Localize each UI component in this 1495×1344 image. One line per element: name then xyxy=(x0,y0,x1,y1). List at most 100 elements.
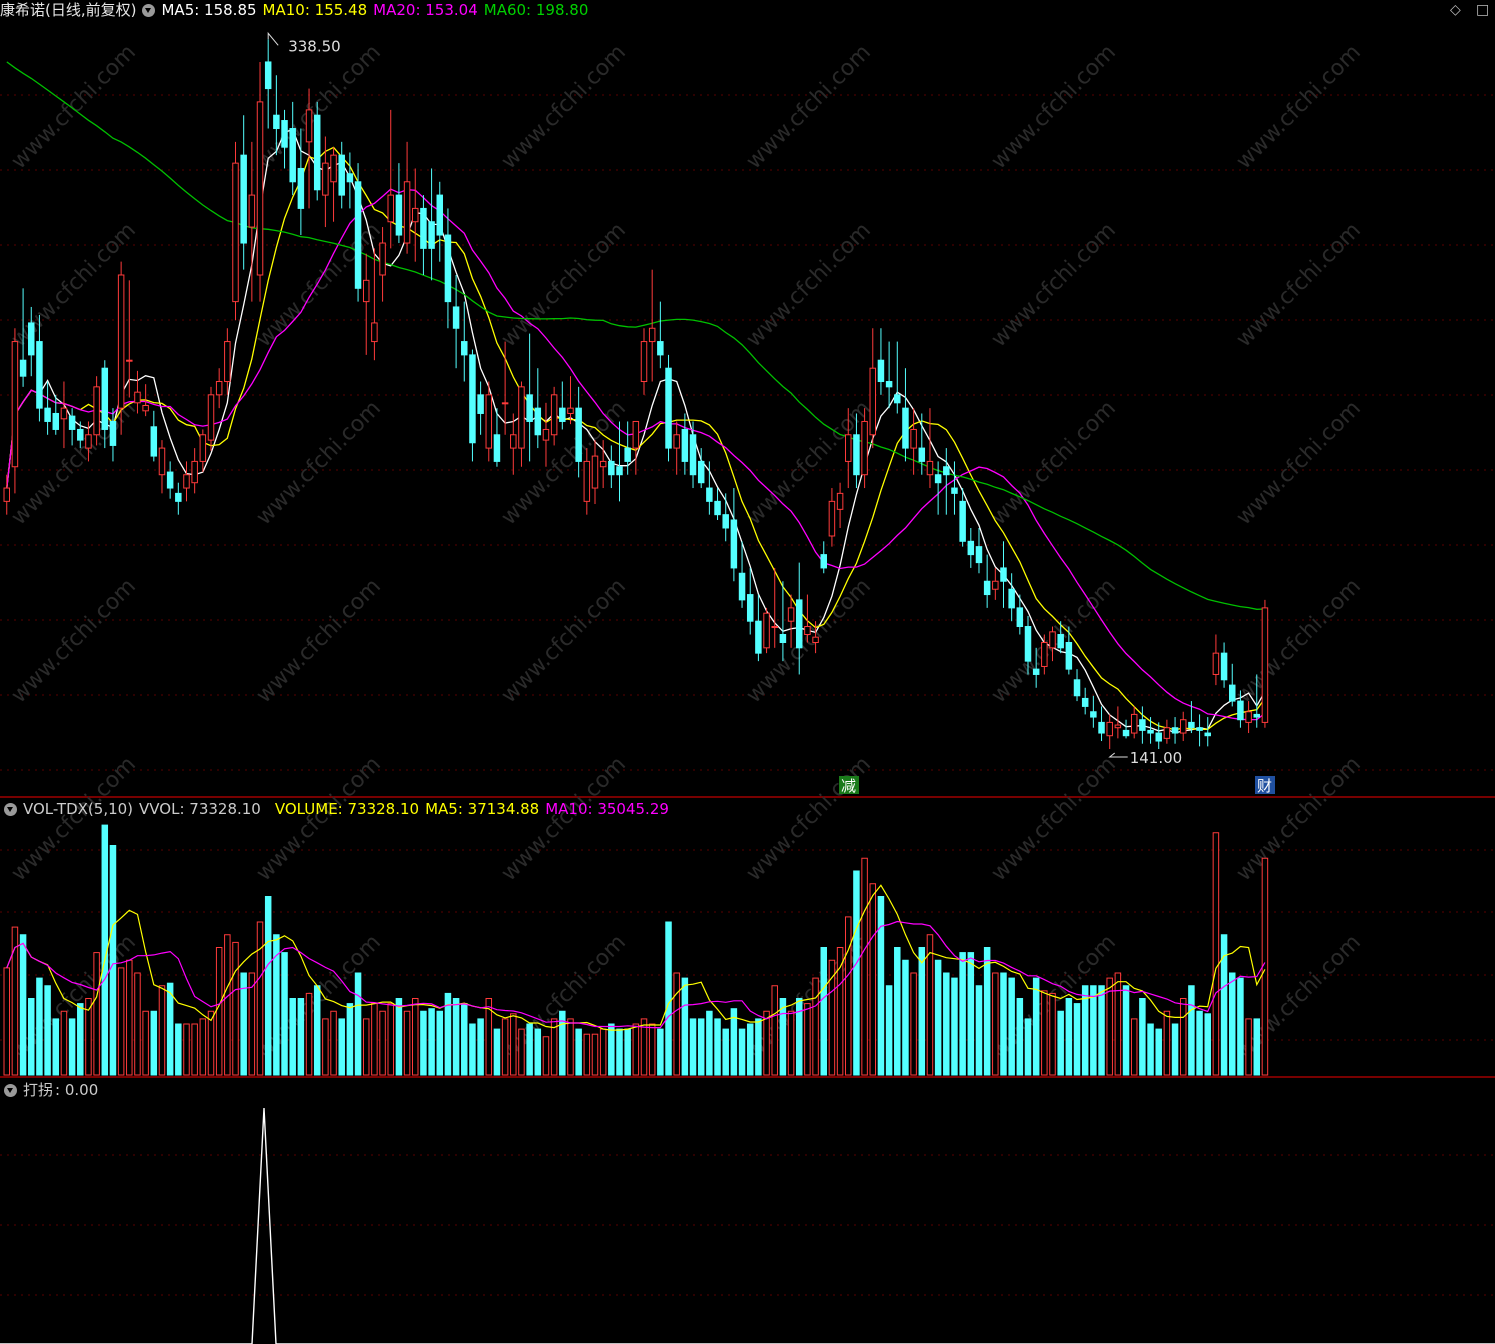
volume-bar xyxy=(1057,1010,1064,1076)
volume-bar xyxy=(126,959,133,1076)
volume-bar xyxy=(1163,1010,1171,1076)
volume-bar xyxy=(142,1010,149,1076)
watermark: www.cfchi.com xyxy=(987,752,1121,886)
candle-body xyxy=(869,367,877,436)
volume-bar xyxy=(1016,998,1024,1076)
volume-bar xyxy=(117,967,125,1076)
candle-body xyxy=(1237,700,1244,721)
stock-chart[interactable]: www.cfchi.com www.cfchi.com www.cfchi.com w… xyxy=(0,0,1495,1344)
dropdown-icon[interactable] xyxy=(4,802,17,816)
volume-bar xyxy=(1130,1018,1138,1076)
watermark: www.cfchi.com xyxy=(742,40,876,174)
candle-body xyxy=(3,487,10,502)
volume-bar xyxy=(526,1023,533,1076)
candle-body xyxy=(755,620,762,654)
watermark: www.cfchi.com xyxy=(497,752,631,886)
price-panel-header: 康希诺(日线,前复权) MA5: 158.85 MA10: 155.48 MA2… xyxy=(0,0,594,20)
candle-body xyxy=(804,626,811,636)
volume-bar xyxy=(681,977,689,1076)
candle-body xyxy=(812,636,819,643)
watermark: www.cfchi.com xyxy=(7,752,141,886)
dropdown-icon[interactable] xyxy=(4,1083,17,1097)
indicator-panel-header: 打拐 : 0.00 xyxy=(0,1080,104,1100)
candle-body xyxy=(599,460,607,468)
watermark: www.cfchi.com xyxy=(7,40,141,174)
candle-body xyxy=(894,394,901,404)
volume-bar xyxy=(967,952,975,1076)
volume-bar xyxy=(1171,1023,1179,1076)
square-icon[interactable]: □ xyxy=(1476,2,1489,18)
volume-bar xyxy=(820,947,827,1076)
candle-body xyxy=(1212,652,1220,675)
candle-body xyxy=(85,434,92,449)
volume-indicator-name[interactable]: VOL-TDX(5,10) xyxy=(23,799,133,819)
volume-bar xyxy=(575,1028,582,1076)
indicator-name[interactable]: 打拐 xyxy=(23,1080,53,1100)
low-price-label: 141.00 xyxy=(1130,749,1183,767)
candle-body xyxy=(1090,711,1097,718)
candle-body xyxy=(126,359,133,362)
volume-bar xyxy=(60,1010,68,1076)
volume-bar xyxy=(746,1023,754,1076)
candle-body xyxy=(1008,588,1015,609)
candle-body xyxy=(1049,631,1056,649)
volume-bar xyxy=(632,1023,640,1076)
volume-bar xyxy=(477,1018,484,1076)
candle-body xyxy=(861,420,868,476)
candle-body xyxy=(1106,721,1113,737)
candle-body xyxy=(379,242,386,276)
volume-bar xyxy=(1122,985,1130,1076)
volume-bar xyxy=(1229,972,1236,1076)
candle-body xyxy=(232,162,239,303)
candle-body xyxy=(738,572,746,601)
candle-body xyxy=(166,471,174,489)
candle-body xyxy=(322,162,329,196)
volume-bar xyxy=(706,1010,713,1076)
candle-body xyxy=(428,221,435,249)
volume-bar xyxy=(134,972,141,1076)
volume-bar xyxy=(93,952,100,1076)
candle-body xyxy=(330,154,337,183)
watermark: www.cfchi.com xyxy=(252,752,386,886)
volume-bar xyxy=(264,896,272,1076)
candle-body xyxy=(134,391,141,404)
candle-body xyxy=(1000,567,1007,582)
volume-bar xyxy=(1024,1018,1032,1076)
candle-body xyxy=(697,460,705,484)
volume-bar xyxy=(624,1028,631,1076)
stock-name[interactable]: 康希诺(日线,前复权) xyxy=(0,0,136,20)
volume-bar xyxy=(697,1018,705,1076)
volume-bar xyxy=(305,992,313,1076)
candle-body xyxy=(771,626,778,629)
watermark: www.cfchi.com xyxy=(1232,40,1366,174)
candle-body xyxy=(877,359,885,383)
candle-body xyxy=(779,634,787,643)
volume-bar xyxy=(412,998,419,1076)
volume-bar xyxy=(804,1003,811,1076)
volume-bar xyxy=(1032,977,1040,1076)
candle-body xyxy=(640,341,648,383)
volume-bar xyxy=(77,1003,84,1076)
volume-bar xyxy=(689,1018,697,1076)
volume-bar xyxy=(52,1018,60,1076)
candle-body xyxy=(420,207,427,249)
candle-body xyxy=(1032,668,1040,675)
candle-body xyxy=(714,500,721,516)
candle-body xyxy=(387,194,394,223)
volume-bar xyxy=(1065,998,1073,1076)
candle-body xyxy=(52,412,60,430)
indicator-value: : 0.00 xyxy=(55,1081,99,1099)
candle-body xyxy=(1155,732,1162,742)
volume-value: VOLUME: 73328.10 xyxy=(274,800,420,818)
candle-body xyxy=(273,114,280,130)
volume-bar xyxy=(346,1003,354,1076)
volume-bar xyxy=(256,921,264,1076)
candle-body xyxy=(689,434,697,476)
candle-body xyxy=(959,500,966,542)
volume-bar xyxy=(975,985,983,1076)
volume-bar xyxy=(379,1010,386,1076)
candle-body xyxy=(591,455,599,489)
candle-body xyxy=(403,181,411,244)
diamond-icon[interactable]: ◇ xyxy=(1450,2,1461,18)
dropdown-icon[interactable] xyxy=(142,3,156,17)
